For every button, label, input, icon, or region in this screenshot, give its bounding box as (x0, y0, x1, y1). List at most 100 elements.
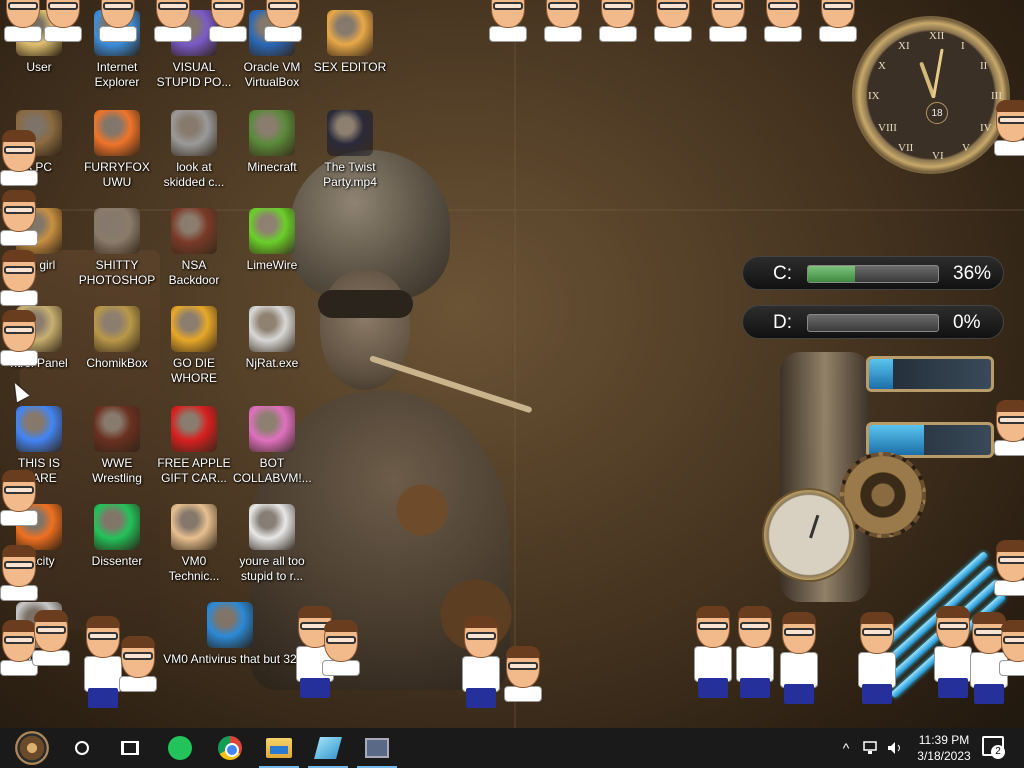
limewire-icon (249, 208, 295, 254)
desktop-icon[interactable]: VM0 Antivirus that but 32 (155, 602, 305, 667)
desktop-icon[interactable]: GO DIE WHORE (155, 306, 233, 386)
desktop-icon[interactable]: WWE Wrestling (78, 406, 156, 486)
cartoon-head-icon (990, 540, 1024, 596)
chomikbox-icon (94, 306, 140, 352)
desktop-icon[interactable]: Dissenter (78, 504, 156, 569)
cartoon-head-icon (690, 606, 736, 698)
dissenter-icon (94, 504, 140, 550)
clock-numeral: XII (929, 30, 945, 42)
desktop-icon-label: BOT COLLABVM!... (233, 456, 312, 485)
task-view-icon (121, 741, 139, 755)
apple-icon (171, 406, 217, 452)
desktop-icon[interactable]: FURRYFOX UWU (78, 110, 156, 190)
start-button[interactable] (8, 728, 56, 768)
desktop-icon-label: Oracle VM VirtualBox (243, 60, 301, 89)
desktop-icon[interactable]: FREE APPLE GIFT CAR... (155, 406, 233, 486)
file-explorer-taskbar[interactable] (255, 728, 303, 768)
cortana-button[interactable] (58, 728, 106, 768)
pen-icon (314, 737, 342, 759)
cartoon-head-icon (150, 0, 196, 42)
desktop-icon[interactable]: LimeWire (233, 208, 311, 273)
cartoon-head-icon (732, 606, 778, 698)
desktop-icon-label: VM0 Technic... (168, 554, 220, 583)
cartoon-head-icon (0, 310, 42, 366)
firefox-icon (94, 110, 140, 156)
desktop-icon[interactable]: NjRat.exe (233, 306, 311, 371)
desktop-icon-label: Minecraft (247, 160, 297, 174)
drive-c-meter: C: 36% (742, 256, 1004, 290)
task-view-button[interactable] (106, 728, 154, 768)
cpu-tube-meter (866, 356, 994, 392)
desktop-icon[interactable]: VM0 Technic... (155, 504, 233, 584)
clock-numeral: VIII (878, 122, 897, 134)
cartoon-head-icon (0, 545, 42, 601)
volume-icon[interactable] (884, 728, 906, 768)
desktop-icon-label: The Twist Party.mp4 (323, 160, 377, 189)
desktop-icon-label: WWE Wrestling (92, 456, 142, 485)
chrome-taskbar[interactable] (206, 728, 254, 768)
clock-numeral: I (961, 40, 965, 52)
desktop-icon-label: ChomikBox (86, 356, 148, 370)
desktop-icon[interactable]: BOT COLLABVM!... (233, 406, 312, 486)
clock-minute-hand (932, 48, 944, 99)
vm-taskbar[interactable] (353, 728, 401, 768)
desktop-icon[interactable]: Minecraft (233, 110, 311, 175)
dissenter-icon (168, 736, 192, 760)
cartoon-head-icon (776, 612, 822, 704)
cartoon-head-icon (485, 0, 531, 42)
desktop-icon-label: youre all too stupid to r... (239, 554, 305, 583)
hex-editor-icon (327, 10, 373, 56)
taskbar: ^ 11:39 PM 3/18/2023 2 (0, 728, 1024, 768)
drive-percent: 36% (953, 263, 992, 284)
cartoon-head-icon (650, 0, 696, 42)
cartoon-head-icon (995, 620, 1024, 676)
desktop-icon-label: VM0 Antivirus that but 32 (163, 652, 297, 666)
shield-icon (207, 602, 253, 648)
clock-numeral: X (878, 60, 886, 72)
taskbar-date: 3/18/2023 (917, 749, 971, 763)
chrome-icon (16, 406, 62, 452)
desktop-icon-label: Internet Explorer (94, 60, 140, 89)
desktop-icon[interactable]: look at skidded c... (155, 110, 233, 190)
pressure-gauge (762, 488, 856, 582)
wallpaper-steampunk-figure (250, 120, 570, 720)
drive-d-meter: D: 0% (742, 305, 1004, 339)
cartoon-head-icon (990, 400, 1024, 456)
desktop-icon[interactable]: SHITTY PHOTOSHOP (78, 208, 156, 288)
cartoon-head-icon (990, 100, 1024, 156)
dissenter-taskbar[interactable] (156, 728, 204, 768)
cartoon-head-icon (815, 0, 861, 42)
desktop-icon-label: Dissenter (91, 554, 143, 568)
desktop-icon-label: GO DIE WHORE (171, 356, 217, 385)
desktop-icon[interactable]: The Twist Party.mp4 (311, 110, 389, 190)
clock-widget: XII III VI IX I II IV V VII VIII X XI 18 (852, 16, 1010, 174)
taskbar-time: 11:39 PM (918, 733, 970, 747)
cartoon-head-icon (205, 0, 251, 42)
tube-liquid (869, 359, 894, 389)
drive-label: C: (773, 263, 792, 284)
editor-taskbar[interactable] (304, 728, 352, 768)
drive-percent: 0% (953, 312, 981, 333)
desktop-icon-label: SEX EDITOR (313, 60, 387, 74)
start-orb-icon (15, 731, 49, 765)
cartoon-head-icon (540, 0, 586, 42)
cartoon-head-icon (705, 0, 751, 42)
taskbar-clock[interactable]: 11:39 PM 3/18/2023 (912, 728, 976, 768)
clock-numeral: II (980, 60, 988, 72)
folder-icon (266, 738, 292, 758)
gauge-needle (809, 514, 820, 539)
cartoon-head-icon (260, 0, 306, 42)
network-icon[interactable] (860, 728, 882, 768)
cartoon-head-icon (0, 250, 42, 306)
technician-icon (171, 504, 217, 550)
tray-overflow-chevron-icon[interactable]: ^ (836, 728, 856, 768)
desktop-icon[interactable]: SEX EDITOR (311, 10, 389, 75)
drive-bar (807, 265, 939, 283)
cortana-circle-icon (75, 741, 89, 755)
desktop-icon[interactable]: NSA Backdoor (155, 208, 233, 288)
desktop-icon[interactable]: ChomikBox (78, 306, 156, 371)
drive-fill (808, 266, 855, 282)
clock-numeral: VII (898, 142, 914, 154)
clock-numeral: V (962, 142, 970, 154)
desktop-icon[interactable]: youre all too stupid to r... (233, 504, 311, 584)
